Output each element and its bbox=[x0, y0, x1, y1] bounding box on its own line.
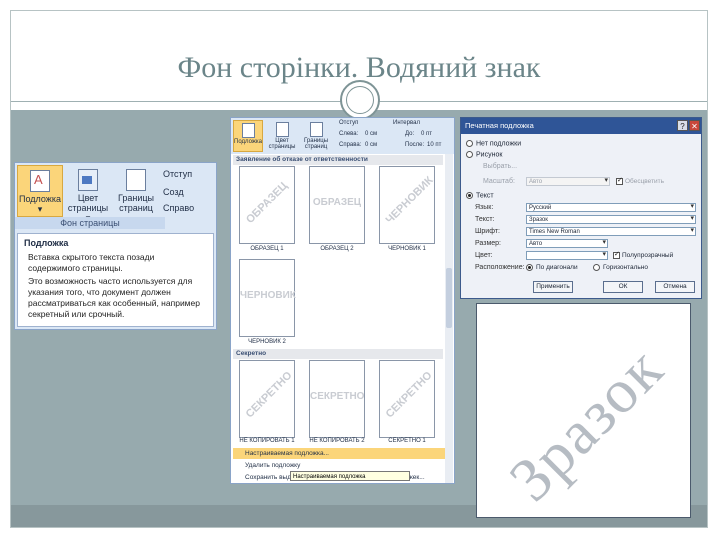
page-background-group-label: Фон страницы bbox=[15, 217, 165, 229]
thumb-caption: ЧЕРНОВИК 2 bbox=[248, 339, 286, 345]
spacing-before-value[interactable]: 0 пт bbox=[421, 131, 432, 137]
spacing-heading: Интервал bbox=[393, 120, 420, 126]
watermark-button[interactable]: Подложка ▾ bbox=[17, 165, 63, 217]
color-label: Цвет: bbox=[475, 252, 493, 259]
size-label: Размер: bbox=[475, 240, 502, 247]
page-color-icon bbox=[78, 169, 98, 191]
ok-button[interactable]: ОК bbox=[603, 281, 643, 293]
color-select[interactable] bbox=[526, 251, 608, 260]
section-disclaimer: Заявление об отказе от ответственности bbox=[233, 155, 443, 165]
checkbox-icon bbox=[616, 176, 623, 185]
thumb-caption: НЕ КОПИРОВАТЬ 1 bbox=[239, 438, 295, 444]
indent-left-label: Слева: bbox=[339, 131, 359, 137]
dialog-titlebar: Печатная подложка bbox=[461, 118, 701, 134]
language-label: Язык: bbox=[475, 204, 494, 211]
radio-icon bbox=[593, 264, 600, 271]
choose-picture-button[interactable]: Выбрать... bbox=[483, 163, 517, 170]
watermark-button-label: Подложка bbox=[19, 194, 61, 204]
radio-icon bbox=[466, 151, 473, 158]
page-borders-icon bbox=[309, 122, 323, 137]
page-borders-icon bbox=[126, 169, 146, 191]
radio-icon bbox=[466, 140, 473, 147]
watermark-thumb[interactable]: СЕКРЕТНО bbox=[309, 360, 365, 438]
diagonal-radio[interactable]: По диагонали bbox=[526, 264, 578, 271]
font-label: Шрифт: bbox=[475, 228, 500, 235]
dialog-title: Печатная подложка bbox=[465, 121, 534, 130]
layout-label: Расположение: bbox=[475, 264, 525, 271]
scale-select[interactable]: Авто bbox=[526, 177, 610, 186]
gallery-watermark-button[interactable]: Подложка bbox=[233, 120, 263, 152]
gallery-page-borders-button[interactable]: Границы страниц bbox=[301, 120, 331, 152]
gallery-page-color-button[interactable]: Цвет страницы bbox=[267, 120, 297, 152]
thumb-caption: ОБРАЗЕЦ 1 bbox=[250, 246, 284, 252]
apply-button[interactable]: Применить bbox=[533, 281, 573, 293]
tooltip-title: Подложка bbox=[24, 238, 69, 248]
help-button[interactable]: ? bbox=[677, 120, 688, 131]
font-select[interactable]: Times New Roman bbox=[526, 227, 696, 236]
indent-right-value[interactable]: 0 см bbox=[365, 142, 377, 148]
page-color-button[interactable]: Цвет страницы ▾ bbox=[65, 165, 111, 223]
preview-watermark-text: Зразок bbox=[496, 334, 677, 515]
horizontal-radio[interactable]: Горизонтально bbox=[593, 264, 648, 271]
indent-left-value[interactable]: 0 см bbox=[365, 131, 377, 137]
checkbox-icon bbox=[613, 250, 620, 259]
watermark-thumb[interactable]: СЕКРЕТНО bbox=[379, 360, 435, 438]
close-icon[interactable]: ✕ bbox=[689, 120, 700, 131]
indent-right-label: Справа: bbox=[339, 142, 362, 148]
tooltip-text-1: Вставка скрытого текста позади содержимо… bbox=[28, 252, 155, 273]
ribbon-screenshot: Подложка ▾ Цвет страницы ▾ Границы стран… bbox=[14, 162, 217, 330]
watermark-thumb[interactable]: ОБРАЗЕЦ bbox=[239, 166, 295, 244]
size-select[interactable]: Авто bbox=[526, 239, 608, 248]
watermark-gallery: Подложка Цвет страницы Границы страниц О… bbox=[230, 117, 455, 484]
scale-label: Масштаб: bbox=[483, 178, 515, 185]
menu-tooltip: Настраиваемая подложка bbox=[290, 471, 410, 481]
watermark-thumb[interactable]: ОБРАЗЕЦ bbox=[309, 166, 365, 244]
cancel-button[interactable]: Отмена bbox=[655, 281, 695, 293]
radio-icon bbox=[526, 264, 533, 271]
indent-item[interactable]: Отступ bbox=[163, 169, 192, 179]
gallery-scroll-thumb[interactable] bbox=[446, 268, 452, 328]
thumb-caption: ЧЕРНОВИК 1 bbox=[388, 246, 426, 252]
indent-heading: Отступ bbox=[339, 120, 359, 126]
text-label: Текст: bbox=[475, 216, 495, 223]
language-select[interactable]: Русский bbox=[526, 203, 696, 212]
thumb-caption: ОБРАЗЕЦ 2 bbox=[320, 246, 354, 252]
text-select[interactable]: Зразок bbox=[526, 215, 696, 224]
watermark-icon bbox=[30, 170, 50, 192]
watermark-thumb[interactable]: СЕКРЕТНО bbox=[239, 360, 295, 438]
picture-watermark-radio[interactable]: Рисунок bbox=[466, 151, 502, 158]
spacing-before-label: До: bbox=[405, 131, 415, 137]
remove-watermark-menu-item[interactable]: Удалить подложку bbox=[233, 460, 445, 471]
page-color-icon bbox=[275, 122, 289, 137]
washout-checkbox[interactable]: Обесцветить bbox=[616, 176, 664, 185]
tooltip-text-2: Это возможность часто используется для у… bbox=[28, 276, 200, 319]
create-item[interactable]: Созд bbox=[163, 187, 184, 197]
no-watermark-radio[interactable]: Нет подложки bbox=[466, 140, 521, 147]
watermark-icon bbox=[241, 123, 255, 138]
thumb-caption: НЕ КОПИРОВАТЬ 2 bbox=[309, 438, 365, 444]
reference-item[interactable]: Справо bbox=[163, 203, 194, 213]
custom-watermark-menu-item[interactable]: Настраиваемая подложка... bbox=[233, 448, 445, 459]
thumb-caption: СЕКРЕТНО 1 bbox=[388, 438, 426, 444]
text-watermark-radio[interactable]: Текст bbox=[466, 192, 494, 199]
circle-ornament bbox=[340, 80, 380, 120]
watermark-tooltip: Подложка Вставка скрытого текста позади … bbox=[17, 233, 214, 327]
watermark-thumb[interactable]: ЧЕРНОВИК bbox=[239, 259, 296, 337]
section-secret: Секретно bbox=[233, 349, 443, 359]
radio-icon bbox=[466, 192, 473, 199]
watermark-thumb[interactable]: ЧЕРНОВИК bbox=[379, 166, 436, 244]
watermark-preview-page: Зразок bbox=[476, 303, 691, 518]
printed-watermark-dialog: Печатная подложка ? ✕ Нет подложки Рисун… bbox=[460, 117, 702, 299]
page-borders-button[interactable]: Границы страниц bbox=[113, 165, 159, 217]
spacing-after-value[interactable]: 10 пт bbox=[427, 142, 441, 148]
gallery-ribbon: Подложка Цвет страницы Границы страниц О… bbox=[231, 118, 454, 154]
semitransparent-checkbox[interactable]: Полупрозрачный bbox=[613, 250, 673, 259]
spacing-after-label: После: bbox=[405, 142, 425, 148]
